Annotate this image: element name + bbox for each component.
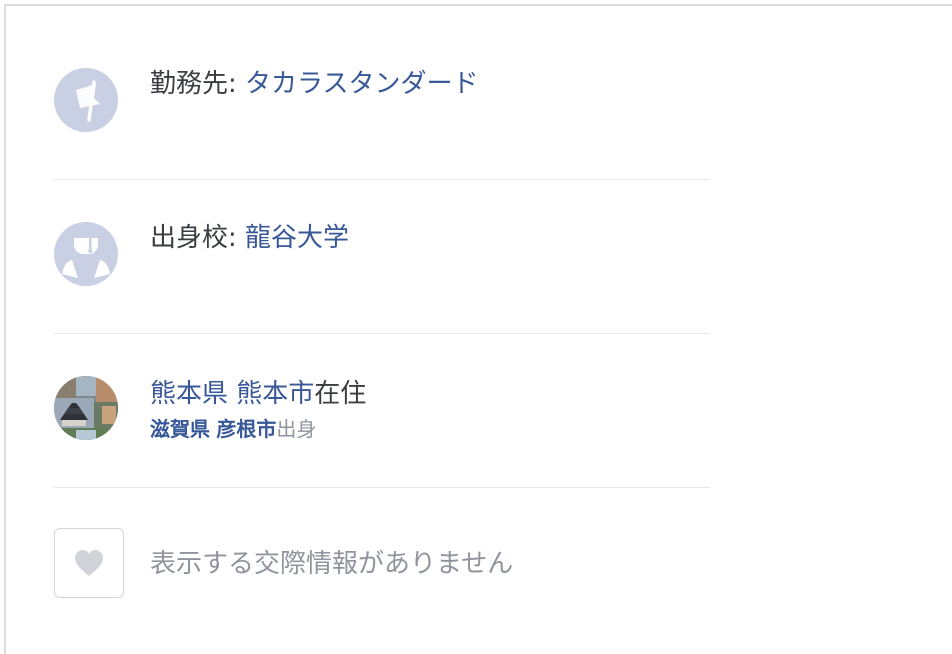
relationship-text: 表示する交際情報がありません <box>150 549 514 579</box>
divider <box>54 333 710 334</box>
work-label: 勤務先: <box>150 69 246 99</box>
education-school-link[interactable]: 龍谷大学 <box>245 223 349 253</box>
divider <box>54 487 710 488</box>
work-line: 勤務先: タカラスタンダード <box>150 68 479 100</box>
flag-icon <box>54 68 118 132</box>
work-company-link[interactable]: タカラスタンダード <box>245 69 478 99</box>
relationship-row: 表示する交際情報がありません <box>54 528 710 600</box>
current-suffix: 在住 <box>314 379 367 409</box>
home-prefecture-link[interactable]: 滋賀県 <box>150 417 210 441</box>
current-prefecture-link[interactable]: 熊本県 <box>150 379 228 409</box>
kumamoto-castle-photo[interactable] <box>54 376 118 440</box>
places-row: 熊本県 熊本市在住 滋賀県 彦根市出身 <box>54 374 710 444</box>
hometown-line: 滋賀県 彦根市出身 <box>150 416 316 442</box>
graduation-cap-icon <box>54 222 118 286</box>
home-city-link[interactable]: 彦根市 <box>216 417 276 441</box>
heart-icon-box <box>54 528 124 598</box>
work-row: 勤務先: タカラスタンダード <box>54 66 710 136</box>
heart-icon <box>75 550 103 576</box>
intro-panel: 勤務先: タカラスタンダード 出身校: 龍谷大学 熊本県 熊本市在住 滋賀県 彦… <box>4 4 952 654</box>
education-label: 出身校: <box>150 223 246 253</box>
education-row: 出身校: 龍谷大学 <box>54 220 710 290</box>
home-suffix: 出身 <box>276 417 317 441</box>
current-city-link[interactable]: 熊本市 <box>236 379 314 409</box>
current-city-line: 熊本県 熊本市在住 <box>150 378 366 410</box>
divider <box>54 179 710 180</box>
education-line: 出身校: 龍谷大学 <box>150 222 349 254</box>
